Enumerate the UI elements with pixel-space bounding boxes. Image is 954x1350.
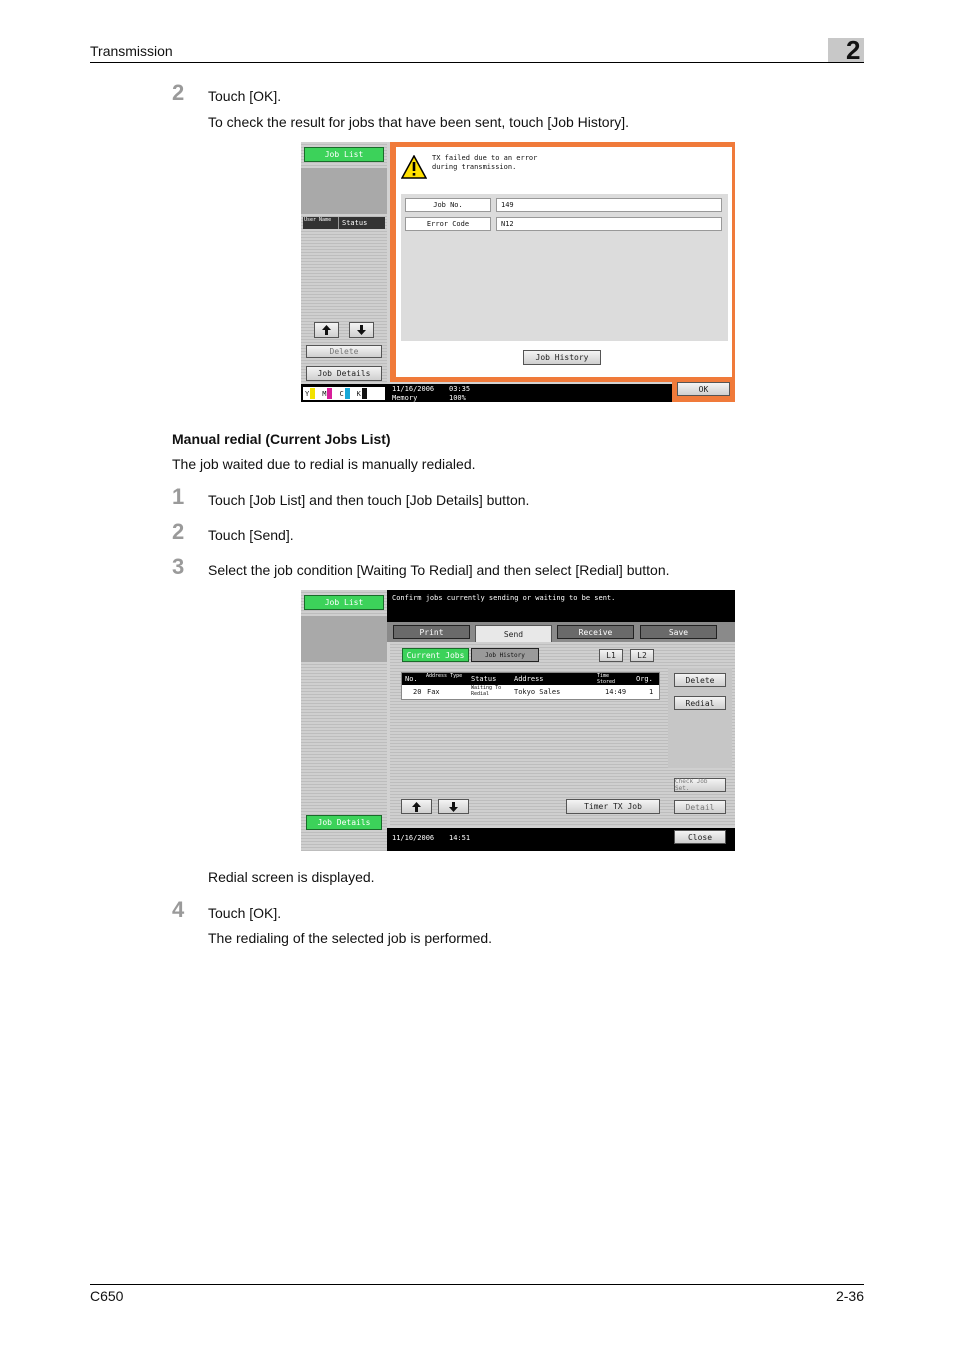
- toner-label-y: Y: [305, 389, 310, 398]
- toner-indicator: Y M C K: [303, 387, 385, 400]
- error-code-value: N12: [496, 217, 722, 231]
- step-number: 2: [172, 519, 185, 544]
- detail-button[interactable]: Detail: [674, 800, 726, 814]
- close-button[interactable]: Close: [674, 830, 726, 844]
- error-message-line2: during transmission.: [432, 163, 517, 171]
- toner-label-c: C: [339, 389, 344, 398]
- timer-tx-job-button[interactable]: Timer TX Job: [566, 799, 660, 814]
- scroll-down-button[interactable]: [438, 799, 469, 814]
- job-no-label: Job No.: [405, 198, 491, 212]
- job-list-button[interactable]: Job List: [304, 595, 384, 610]
- row-org: 1: [649, 688, 654, 696]
- tab-save[interactable]: Save: [640, 625, 717, 639]
- table-row[interactable]: 20 Fax Waiting To Redial Tokyo Sales 14:…: [402, 685, 659, 699]
- l2-button[interactable]: L2: [630, 649, 654, 662]
- col-time-stored: Time Stored: [597, 673, 616, 685]
- arrow-down-icon: [449, 801, 458, 812]
- col-status: Status: [342, 219, 368, 227]
- scroll-up-button[interactable]: [314, 322, 339, 338]
- step-text: Touch [OK].: [208, 88, 282, 104]
- tab-job-history[interactable]: Job History: [471, 648, 539, 662]
- status-date: 11/16/2006: [392, 834, 435, 842]
- col-user-name: User Name: [303, 217, 339, 229]
- warning-icon: [401, 155, 427, 179]
- step-number: 2: [172, 80, 185, 105]
- toner-bar-y: [310, 388, 316, 399]
- arrow-up-icon: [412, 801, 421, 812]
- toner-bar-m: [327, 388, 333, 399]
- col-address: Address: [514, 675, 544, 683]
- step-result: Redial screen is displayed.: [208, 869, 375, 885]
- toner-bar-c: [344, 388, 350, 399]
- col-address-type: Address Type: [426, 673, 463, 679]
- step-number: 3: [172, 554, 185, 579]
- step-text: Touch [OK].: [208, 905, 282, 921]
- memory-label: Memory: [392, 394, 418, 402]
- running-header-section: Transmission: [90, 43, 173, 59]
- step-text: Touch [Job List] and then touch [Job Det…: [208, 492, 530, 508]
- footer-rule: [90, 1284, 864, 1285]
- job-no-value: 149: [496, 198, 722, 212]
- l1-button[interactable]: L1: [599, 649, 623, 662]
- toner-bar-k: [361, 388, 367, 399]
- footer-page-number: 2-36: [835, 1288, 864, 1304]
- job-details-button[interactable]: Job Details: [306, 815, 382, 830]
- job-details-button[interactable]: Job Details: [306, 366, 382, 381]
- col-no: No.: [405, 675, 418, 683]
- scroll-up-button[interactable]: [401, 799, 432, 814]
- row-status: Waiting To Redial: [471, 685, 502, 697]
- delete-button[interactable]: Delete: [306, 345, 382, 358]
- step-note: To check the result for jobs that have b…: [208, 114, 630, 130]
- footer-model: C650: [90, 1288, 124, 1304]
- toner-label-k: K: [356, 389, 361, 398]
- arrow-down-icon: [357, 325, 366, 335]
- error-message-line1: TX failed due to an error: [432, 154, 538, 162]
- step-number: 1: [172, 484, 185, 509]
- step-text: Touch [Send].: [208, 527, 294, 543]
- delete-button[interactable]: Delete: [674, 673, 726, 687]
- job-list-button[interactable]: Job List: [304, 147, 384, 162]
- section-intro: The job waited due to redial is manually…: [172, 456, 476, 472]
- row-time: 14:49: [605, 688, 627, 696]
- row-no: 20: [413, 688, 422, 696]
- section-heading: Manual redial (Current Jobs List): [172, 431, 391, 447]
- scroll-down-button[interactable]: [349, 322, 374, 338]
- prompt-text: Confirm jobs currently sending or waitin…: [392, 594, 616, 602]
- chapter-number: 2: [846, 35, 861, 65]
- check-job-set-button[interactable]: Check Job Set.: [674, 778, 726, 792]
- ok-button[interactable]: OK: [677, 382, 730, 396]
- step-result: The redialing of the selected job is per…: [208, 930, 493, 946]
- error-code-label: Error Code: [405, 217, 491, 231]
- col-org: Org.: [636, 675, 653, 683]
- error-dialog-screen: Job List User Name Status Delete Job Det…: [301, 142, 735, 402]
- step-text: Select the job condition [Waiting To Red…: [208, 562, 670, 578]
- status-date: 11/16/2006: [392, 385, 435, 393]
- step-number: 4: [172, 897, 185, 922]
- row-address: Tokyo Sales: [514, 688, 561, 696]
- tab-print[interactable]: Print: [393, 625, 470, 639]
- left-panel-shade: [301, 616, 387, 662]
- left-panel-shade: [301, 168, 387, 214]
- job-history-button[interactable]: Job History: [523, 350, 601, 365]
- current-jobs-screen: Job List Job Details Confirm jobs curren…: [301, 590, 735, 851]
- header-rule: [90, 62, 864, 63]
- toner-label-m: M: [322, 389, 327, 398]
- status-time: 14:51: [449, 834, 471, 842]
- status-time: 03:35: [449, 385, 471, 393]
- job-table-header: User Name Status: [303, 217, 385, 229]
- memory-value: 100%: [449, 394, 466, 402]
- arrow-up-icon: [322, 325, 331, 335]
- tab-send[interactable]: Send: [475, 625, 552, 642]
- tab-current-jobs[interactable]: Current Jobs: [402, 648, 469, 662]
- row-type: Fax: [427, 688, 440, 696]
- redial-button[interactable]: Redial: [674, 696, 726, 710]
- tab-receive[interactable]: Receive: [557, 625, 634, 639]
- col-status: Status: [471, 675, 497, 683]
